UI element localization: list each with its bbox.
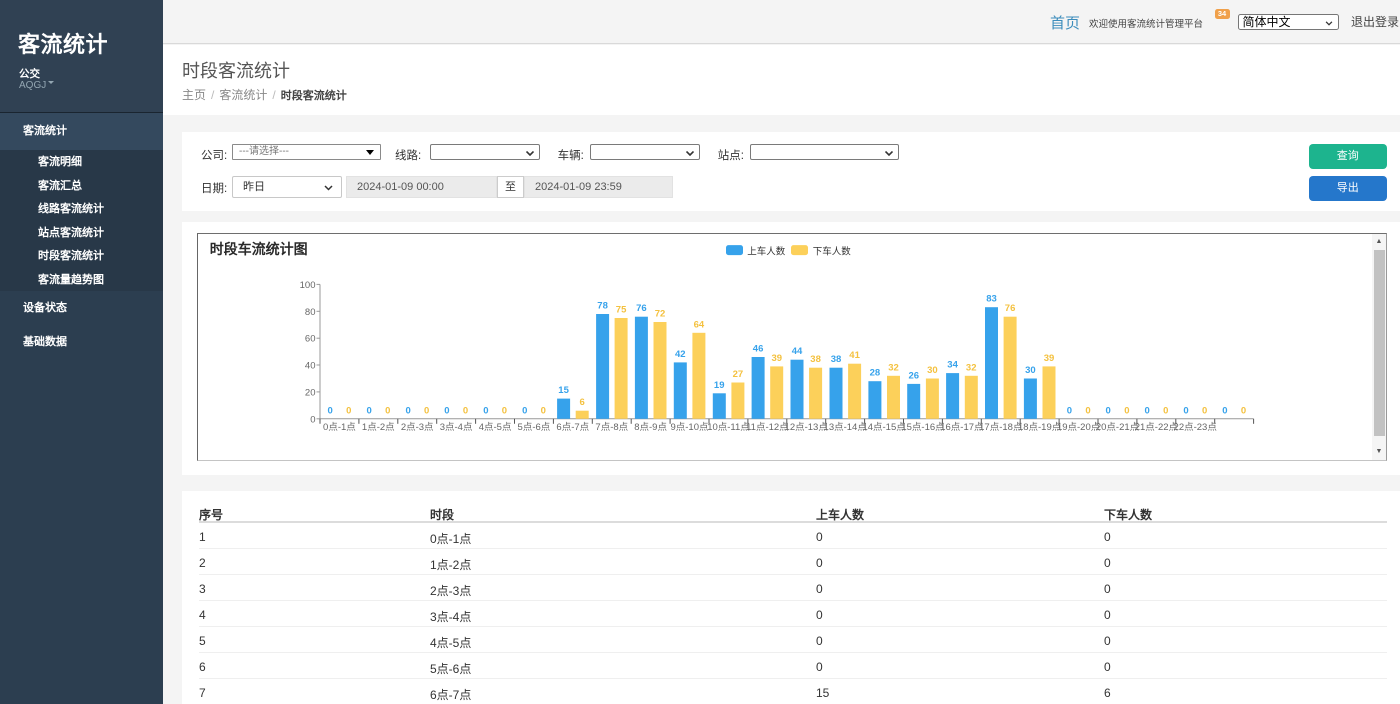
svg-text:39: 39 [772,352,783,363]
svg-text:76: 76 [1005,303,1016,314]
svg-text:5点-6点: 5点-6点 [518,422,551,433]
svg-text:15: 15 [558,385,569,396]
svg-text:28: 28 [870,367,881,378]
svg-text:0: 0 [522,405,527,416]
svg-text:26: 26 [909,370,920,381]
svg-text:60: 60 [305,333,316,344]
svg-text:19: 19 [714,379,725,390]
svg-text:80: 80 [305,306,316,317]
svg-text:0: 0 [541,405,546,416]
svg-text:20: 20 [305,387,316,398]
svg-text:0: 0 [405,405,410,416]
svg-text:11点-12点: 11点-12点 [746,422,789,433]
svg-text:10点-11点: 10点-11点 [707,422,750,433]
svg-text:38: 38 [810,354,821,365]
svg-text:40: 40 [305,360,316,371]
svg-text:30: 30 [1025,365,1036,376]
svg-text:78: 78 [597,300,608,311]
svg-text:13点-14点: 13点-14点 [824,422,868,433]
svg-text:上车人数: 上车人数 [747,245,786,257]
svg-text:9点-10点: 9点-10点 [670,422,709,433]
svg-text:6点-7点: 6点-7点 [556,422,589,433]
svg-text:8点-9点: 8点-9点 [634,422,667,433]
svg-text:0: 0 [463,405,468,416]
svg-text:32: 32 [966,362,977,373]
svg-text:7点-8点: 7点-8点 [595,422,628,433]
svg-text:0: 0 [1163,405,1168,416]
svg-text:42: 42 [675,348,686,359]
svg-text:0: 0 [424,405,429,416]
svg-text:0: 0 [1183,405,1188,416]
svg-text:41: 41 [849,350,860,361]
svg-text:100: 100 [300,279,316,290]
svg-text:下车人数: 下车人数 [813,245,852,257]
svg-text:0: 0 [502,405,507,416]
svg-text:22点-23点: 22点-23点 [1174,422,1218,433]
svg-text:0: 0 [1222,405,1227,416]
svg-text:0: 0 [367,405,372,416]
svg-text:0: 0 [1241,405,1246,416]
svg-text:30: 30 [927,365,938,376]
svg-text:64: 64 [694,319,705,330]
svg-text:34: 34 [947,359,958,370]
svg-text:14点-15点: 14点-15点 [862,422,906,433]
svg-text:83: 83 [986,293,997,304]
svg-text:0: 0 [1202,405,1207,416]
svg-text:0: 0 [1067,405,1072,416]
svg-text:0: 0 [444,405,449,416]
svg-text:12点-13点: 12点-13点 [785,422,829,433]
svg-text:0: 0 [310,414,315,425]
svg-text:0: 0 [328,405,333,416]
svg-text:4点-5点: 4点-5点 [479,422,512,433]
svg-text:0: 0 [1124,405,1129,416]
svg-text:0: 0 [1144,405,1149,416]
svg-text:32: 32 [888,362,899,373]
svg-text:20点-21点: 20点-21点 [1096,422,1140,433]
svg-text:21点-22点: 21点-22点 [1135,422,1179,433]
svg-text:3点-4点: 3点-4点 [440,422,473,433]
svg-text:1点-2点: 1点-2点 [362,422,395,433]
svg-text:16点-17点: 16点-17点 [940,422,984,433]
svg-text:15点-16点: 15点-16点 [901,422,945,433]
svg-text:6: 6 [580,397,585,408]
svg-text:39: 39 [1044,352,1055,363]
svg-text:44: 44 [792,346,803,357]
svg-text:0: 0 [385,405,390,416]
svg-text:0: 0 [1106,405,1111,416]
svg-text:46: 46 [753,343,764,354]
svg-text:38: 38 [831,354,842,365]
svg-text:75: 75 [616,304,627,315]
svg-text:27: 27 [733,369,744,380]
svg-text:17点-18点: 17点-18点 [979,422,1023,433]
svg-text:0: 0 [483,405,488,416]
svg-text:2点-3点: 2点-3点 [401,422,434,433]
svg-text:19点-20点: 19点-20点 [1057,422,1101,433]
svg-text:18点-19点: 18点-19点 [1018,422,1062,433]
svg-text:72: 72 [655,308,666,319]
svg-text:0: 0 [1085,405,1090,416]
svg-text:0: 0 [346,405,351,416]
svg-text:0点-1点: 0点-1点 [323,422,356,433]
svg-text:76: 76 [636,303,647,314]
